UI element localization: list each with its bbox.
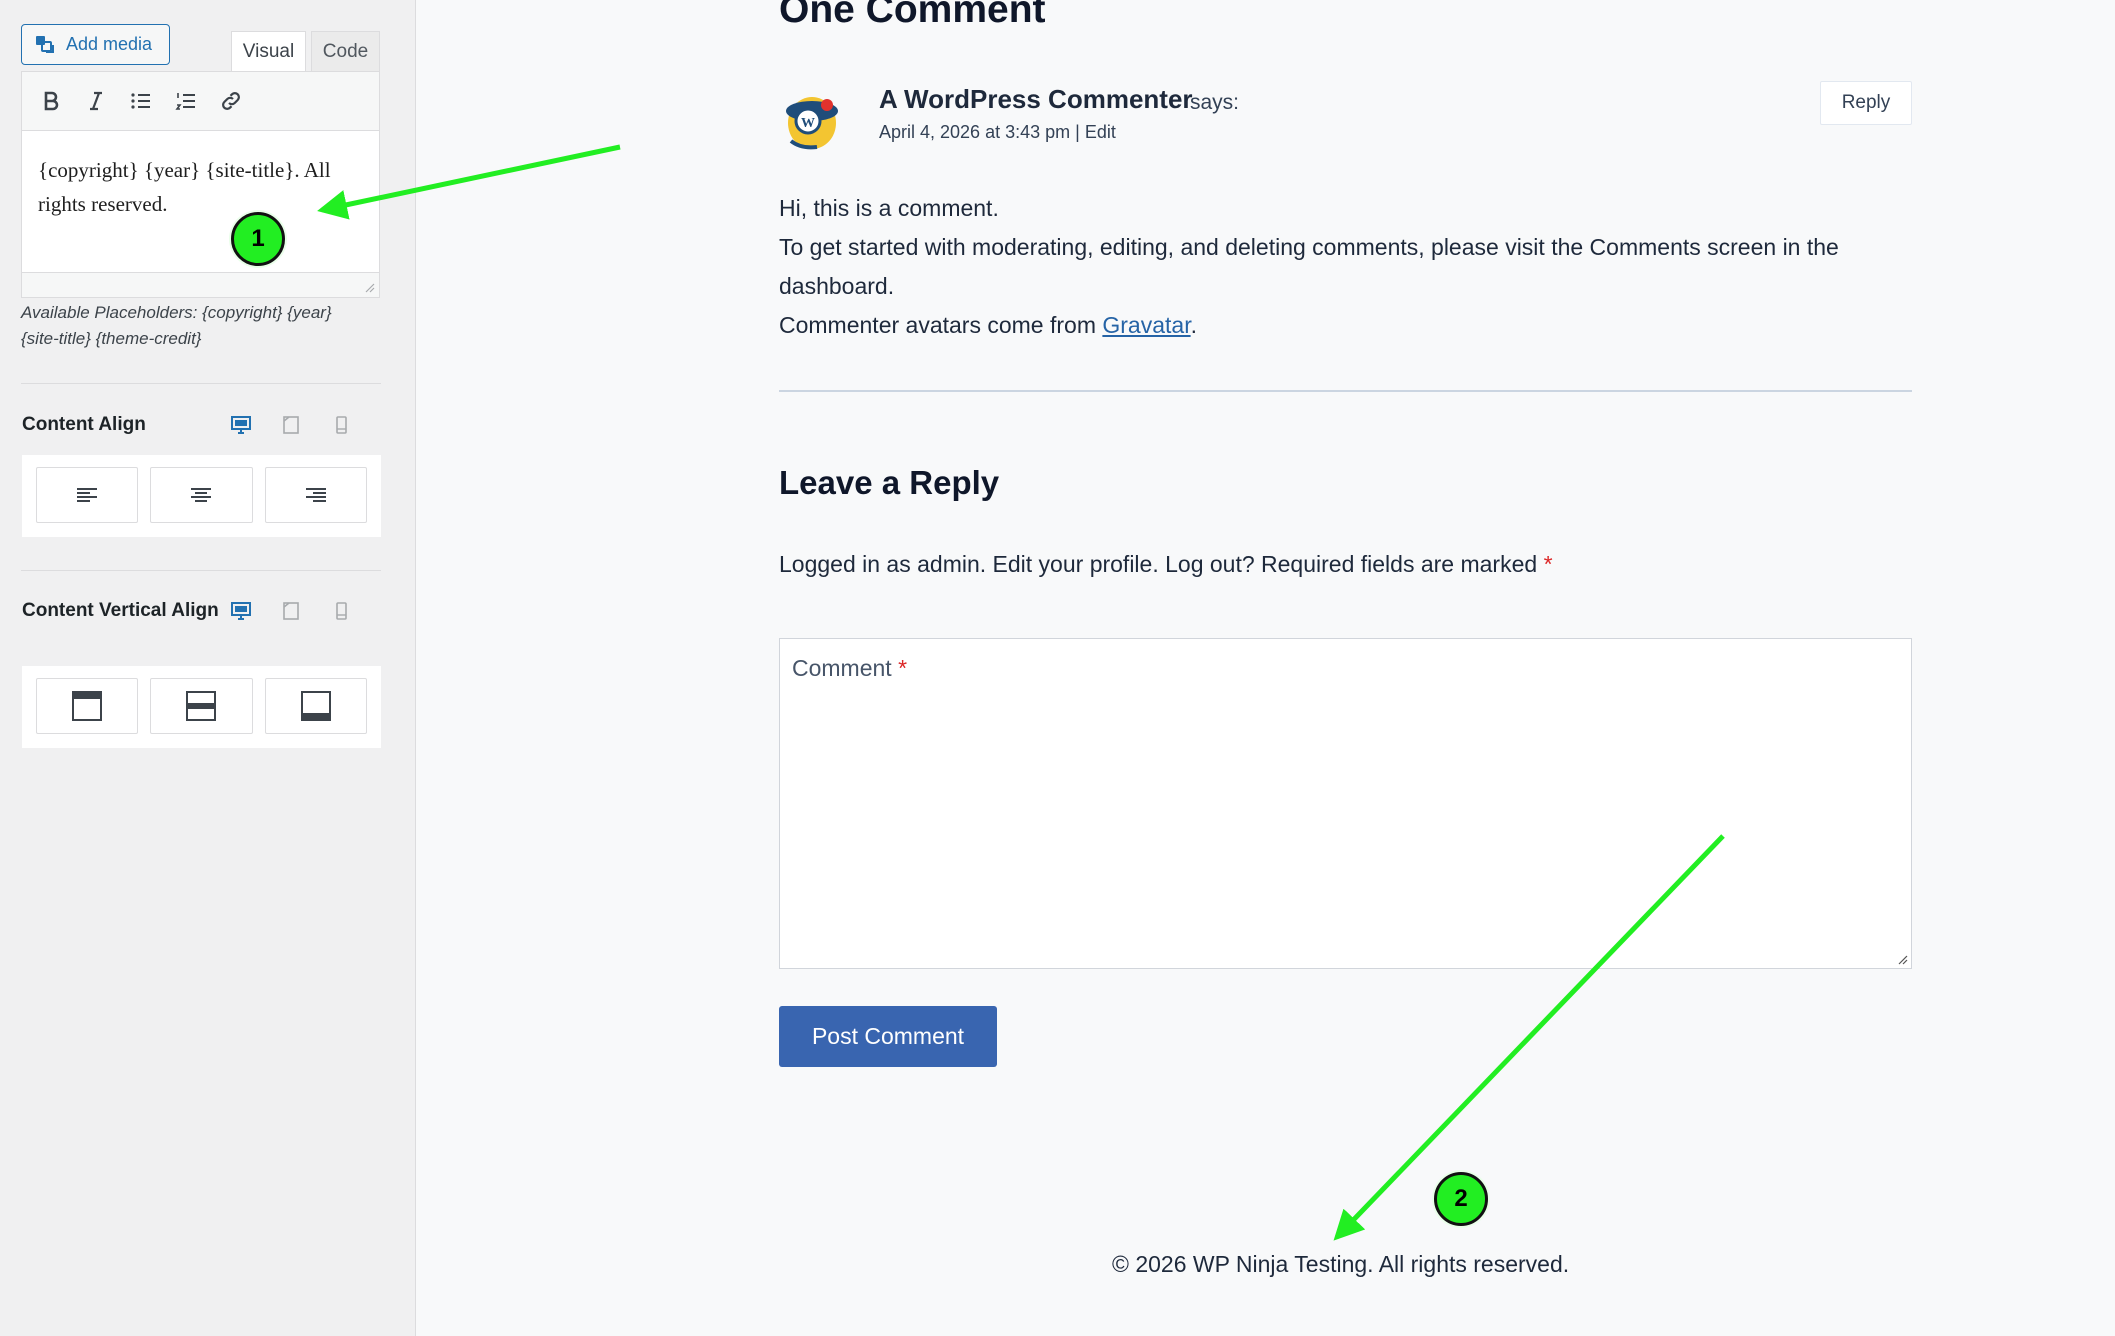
numbered-list-icon [175, 93, 195, 110]
annotation-marker-1: 1 [231, 212, 285, 266]
resize-grip-icon[interactable] [363, 281, 375, 293]
comment-date[interactable]: April 4, 2026 at 3:43 pm [879, 122, 1070, 142]
editor-status-bar [21, 273, 380, 298]
italic-icon [90, 91, 102, 111]
align-right-icon [305, 488, 326, 502]
bold-icon [44, 91, 59, 111]
divider [21, 383, 381, 384]
mobile-icon[interactable] [330, 600, 352, 622]
bullet-list-icon [131, 93, 150, 109]
add-media-label: Add media [66, 34, 153, 54]
annotation-marker-2: 2 [1434, 1172, 1488, 1226]
gravatar-link[interactable]: Gravatar [1102, 312, 1190, 338]
device-switcher [230, 600, 352, 622]
tab-code[interactable]: Code [311, 31, 380, 71]
logged-in-text: Logged in as admin. Edit your profile. L… [779, 551, 1538, 577]
link-button[interactable] [214, 84, 248, 118]
content-vertical-align-title: Content Vertical Align [22, 600, 219, 621]
comment-meta: April 4, 2026 at 3:43 pm | Edit [879, 122, 1116, 143]
valign-top-icon [72, 691, 103, 721]
align-right-button[interactable] [264, 467, 367, 523]
valign-middle-button[interactable] [150, 678, 253, 734]
content-align-group [22, 455, 381, 537]
editor-toolbar [21, 71, 380, 131]
tab-visual[interactable]: Visual [231, 31, 306, 71]
tablet-icon[interactable] [280, 600, 302, 622]
comments-divider [779, 390, 1912, 392]
placeholders-hint: Available Placeholders: {copyright} {yea… [21, 303, 332, 348]
required-mark: * [898, 655, 908, 681]
align-center-button[interactable] [150, 467, 253, 523]
comment-label-text: Comment [792, 655, 892, 681]
logged-in-notice: Logged in as admin. Edit your profile. L… [779, 551, 1553, 578]
customizer-sidebar: Add media Visual Code {copyright} {year}… [0, 0, 416, 1336]
desktop-icon[interactable] [230, 414, 252, 436]
comment-line: Hi, this is a comment. [779, 195, 999, 221]
align-center-icon [191, 488, 212, 502]
add-media-icon [36, 35, 54, 53]
comment-line-prefix: Commenter avatars come from [779, 312, 1103, 338]
valign-bottom-icon [300, 691, 331, 721]
comment-line: Commenter avatars come from Gravatar. [779, 306, 1909, 345]
comment-textarea[interactable]: Comment * [779, 638, 1912, 969]
content-align-title: Content Align [22, 414, 146, 435]
post-comment-button[interactable]: Post Comment [779, 1006, 997, 1067]
comment-field-label: Comment * [792, 655, 907, 682]
footer-text-editor[interactable]: {copyright} {year} {site-title}. All rig… [21, 131, 380, 273]
bullet-list-button[interactable] [124, 84, 158, 118]
resize-grip-icon[interactable] [1896, 953, 1908, 965]
valign-middle-icon [186, 691, 217, 721]
comments-heading: One Comment [779, 0, 1046, 31]
tablet-icon[interactable] [280, 414, 302, 436]
required-mark: * [1543, 551, 1553, 577]
comment-body: Hi, this is a comment. To get started wi… [779, 189, 1909, 345]
site-footer-copyright: © 2026 WP Ninja Testing. All rights rese… [1112, 1251, 1570, 1277]
add-media-button[interactable]: Add media [21, 24, 170, 65]
link-icon [222, 92, 240, 110]
edit-comment-link[interactable]: Edit [1085, 122, 1116, 142]
italic-button[interactable] [79, 84, 113, 118]
comment-says: says: [1190, 91, 1240, 114]
align-left-button[interactable] [36, 467, 139, 523]
meta-separator: | [1075, 122, 1080, 142]
desktop-icon[interactable] [230, 600, 252, 622]
valign-top-button[interactable] [36, 678, 139, 734]
valign-bottom-button[interactable] [264, 678, 367, 734]
content-vertical-align-group [22, 666, 381, 748]
bold-button[interactable] [34, 84, 68, 118]
comment-line-suffix: . [1190, 312, 1197, 338]
device-switcher [230, 414, 352, 436]
reply-heading: Leave a Reply [779, 464, 1000, 501]
comment-author[interactable]: A WordPress Commenter [879, 84, 1193, 115]
comment-line: To get started with moderating, editing,… [779, 234, 1839, 299]
commenter-avatar: W [786, 97, 838, 150]
align-left-icon [77, 488, 98, 502]
numbered-list-button[interactable] [169, 84, 203, 118]
mobile-icon[interactable] [330, 414, 352, 436]
svg-text:W: W [801, 116, 815, 131]
reply-button[interactable]: Reply [1820, 81, 1912, 125]
divider [21, 570, 381, 571]
